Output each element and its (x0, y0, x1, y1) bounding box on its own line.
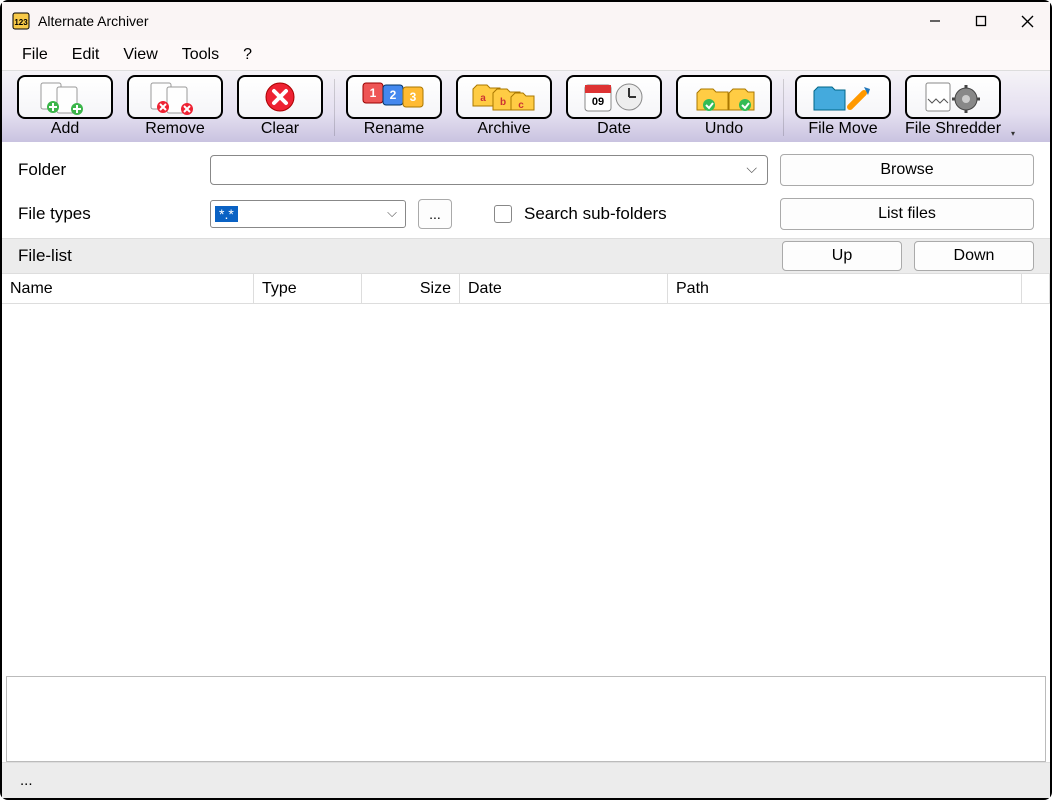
svg-text:a: a (480, 93, 486, 104)
add-icon (17, 75, 113, 119)
toolbar-rename[interactable]: 1 2 3 Rename (339, 73, 449, 142)
search-subfolders-checkbox[interactable] (494, 205, 512, 223)
svg-text:2: 2 (390, 88, 397, 102)
rename-icon: 1 2 3 (346, 75, 442, 119)
svg-text:b: b (500, 97, 506, 108)
col-date[interactable]: Date (460, 274, 668, 303)
toolbar-overflow[interactable]: ▾ (1008, 73, 1018, 142)
controls-panel: Folder Browse File types *.* ... Search … (2, 142, 1050, 238)
up-button[interactable]: Up (782, 241, 902, 271)
table-body[interactable] (2, 304, 1050, 676)
toolbar-remove[interactable]: Remove (120, 73, 230, 142)
titlebar: 123 Alternate Archiver (2, 2, 1050, 40)
filetypes-more-button[interactable]: ... (418, 199, 452, 229)
down-button[interactable]: Down (914, 241, 1034, 271)
archive-icon: a b c (456, 75, 552, 119)
menubar: File Edit View Tools ? (2, 40, 1050, 70)
folder-label: Folder (18, 160, 198, 180)
menu-view[interactable]: View (111, 42, 169, 68)
remove-icon (127, 75, 223, 119)
svg-text:123: 123 (14, 18, 28, 27)
filemove-icon (795, 75, 891, 119)
fileshredder-icon (905, 75, 1001, 119)
listfiles-button[interactable]: List files (780, 198, 1034, 230)
svg-text:09: 09 (592, 96, 604, 108)
svg-text:c: c (518, 100, 524, 111)
svg-text:3: 3 (410, 90, 417, 104)
minimize-button[interactable] (912, 2, 958, 40)
toolbar-archive[interactable]: a b c Archive (449, 73, 559, 142)
table-header: Name Type Size Date Path (2, 274, 1050, 304)
col-size[interactable]: Size (362, 274, 460, 303)
toolbar-fileshredder[interactable]: File Shredder (898, 73, 1008, 142)
close-button[interactable] (1004, 2, 1050, 40)
date-icon: 09 (566, 75, 662, 119)
col-name[interactable]: Name (2, 274, 254, 303)
toolbar-undo[interactable]: Undo (669, 73, 779, 142)
filelist-header: File-list Up Down (2, 238, 1050, 274)
toolbar-clear[interactable]: Clear (230, 73, 330, 142)
toolbar: Add Remove Clear 1 2 3 (2, 70, 1050, 142)
menu-help[interactable]: ? (231, 42, 264, 68)
svg-text:1: 1 (370, 86, 377, 100)
bottom-pane[interactable] (6, 676, 1046, 762)
menu-edit[interactable]: Edit (60, 42, 112, 68)
filetypes-label: File types (18, 204, 198, 224)
toolbar-filemove[interactable]: File Move (788, 73, 898, 142)
menu-tools[interactable]: Tools (170, 42, 231, 68)
status-text: ... (20, 772, 33, 789)
toolbar-add[interactable]: Add (10, 73, 120, 142)
undo-icon (676, 75, 772, 119)
filetypes-combobox[interactable]: *.* (210, 200, 406, 228)
col-path[interactable]: Path (668, 274, 1022, 303)
folder-combobox[interactable] (210, 155, 768, 185)
maximize-button[interactable] (958, 2, 1004, 40)
clear-icon (237, 75, 323, 119)
browse-button[interactable]: Browse (780, 154, 1034, 186)
search-subfolders-label: Search sub-folders (524, 204, 667, 224)
col-type[interactable]: Type (254, 274, 362, 303)
filelist-title: File-list (18, 246, 770, 266)
app-icon: 123 (12, 12, 30, 30)
window-title: Alternate Archiver (38, 13, 149, 29)
menu-file[interactable]: File (10, 42, 60, 68)
toolbar-date[interactable]: 09 Date (559, 73, 669, 142)
statusbar: ... (2, 762, 1050, 798)
